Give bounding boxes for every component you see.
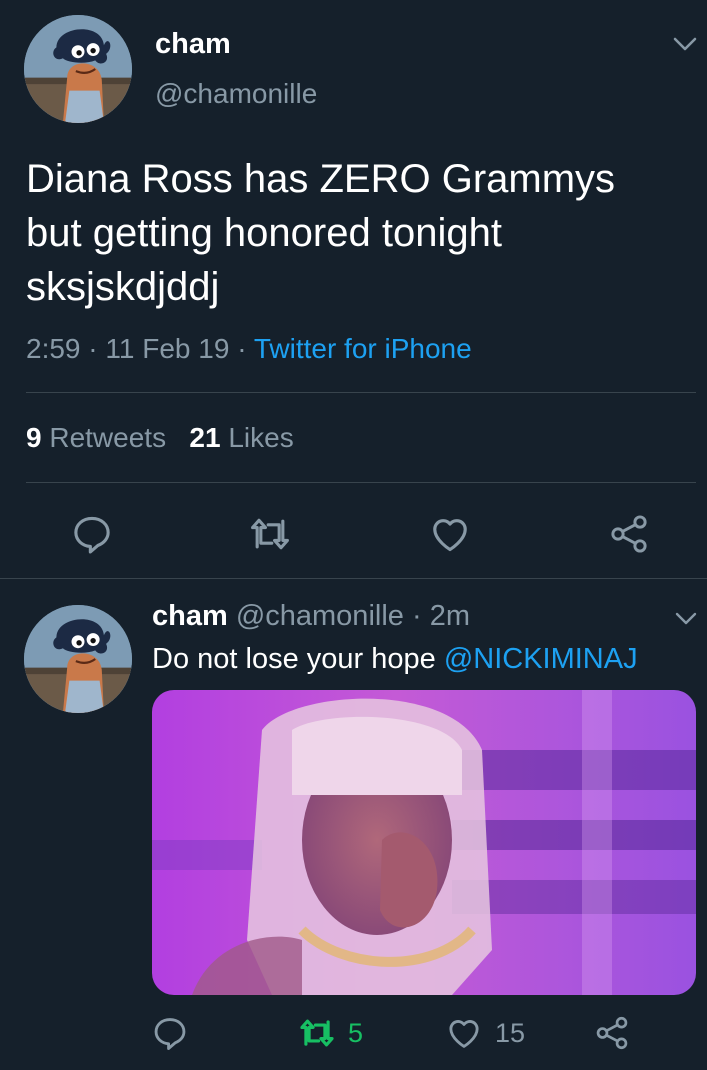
tweet-source-link[interactable]: Twitter for iPhone xyxy=(254,333,472,364)
share-icon xyxy=(611,515,647,553)
reply-button[interactable] xyxy=(70,512,114,556)
retweets-count: 9 xyxy=(26,422,42,453)
likes-count: 21 xyxy=(189,422,221,453)
share-button[interactable] xyxy=(607,512,651,556)
meta-separator: · xyxy=(403,600,430,632)
photo-image xyxy=(152,690,696,995)
heart-icon xyxy=(433,519,467,552)
retweets-stat[interactable]: 9 Retweets xyxy=(26,422,166,453)
chevron-down-icon xyxy=(675,612,697,625)
like-button[interactable]: 15 xyxy=(445,1013,525,1053)
avatar-cartoon-icon xyxy=(24,605,132,713)
avatar[interactable] xyxy=(24,605,132,713)
tweet-date[interactable]: 11 Feb 19 xyxy=(105,333,229,364)
divider xyxy=(26,392,696,393)
tweet-timestamp: 2:59 · 11 Feb 19 · Twitter for iPhone xyxy=(26,333,472,365)
tweet-time[interactable]: 2:59 xyxy=(26,333,81,364)
mention-link[interactable]: @NICKIMINAJ xyxy=(444,643,638,675)
reply-icon xyxy=(74,516,110,554)
retweet-button[interactable] xyxy=(245,512,295,556)
tweet-text: Do not lose your hope @NICKIMINAJ xyxy=(152,643,638,676)
retweet-count: 5 xyxy=(348,1017,364,1048)
avatar-cartoon-icon xyxy=(24,15,132,123)
tweet-menu-button[interactable] xyxy=(672,606,700,632)
like-button[interactable] xyxy=(428,512,472,556)
tweet-media[interactable] xyxy=(152,690,696,995)
share-button[interactable] xyxy=(592,1013,632,1053)
retweet-icon xyxy=(251,518,289,550)
tweet-text-body: Do not lose your hope xyxy=(152,643,444,675)
display-name[interactable]: cham xyxy=(155,28,231,61)
tweet-header: cham @chamonille · 2m xyxy=(152,600,470,633)
display-name[interactable]: cham xyxy=(152,600,228,632)
tweet-time[interactable]: 2m xyxy=(430,600,470,632)
likes-stat[interactable]: 21 Likes xyxy=(189,422,293,453)
likes-label: Likes xyxy=(228,422,294,453)
avatar[interactable] xyxy=(24,15,132,123)
like-count: 15 xyxy=(495,1017,526,1048)
chevron-down-icon xyxy=(673,37,697,51)
retweet-icon xyxy=(300,1019,334,1047)
tweet-stats: 9 Retweets 21 Likes xyxy=(26,422,294,454)
user-handle[interactable]: @chamonille xyxy=(236,600,404,632)
tweet-text: Diana Ross has ZERO Grammys but getting … xyxy=(26,157,616,309)
meta-separator: · xyxy=(229,333,254,364)
divider xyxy=(26,482,696,483)
share-icon xyxy=(596,1016,628,1050)
retweets-label: Retweets xyxy=(49,422,167,453)
tweet-menu-button[interactable] xyxy=(670,30,700,58)
retweet-button[interactable]: 5 xyxy=(296,1013,363,1053)
reply-button[interactable] xyxy=(150,1013,190,1053)
tweet-divider xyxy=(0,578,707,579)
heart-icon xyxy=(449,1020,479,1048)
meta-separator: · xyxy=(80,333,106,364)
user-handle[interactable]: @chamonille xyxy=(155,78,317,110)
reply-icon xyxy=(154,1018,186,1050)
